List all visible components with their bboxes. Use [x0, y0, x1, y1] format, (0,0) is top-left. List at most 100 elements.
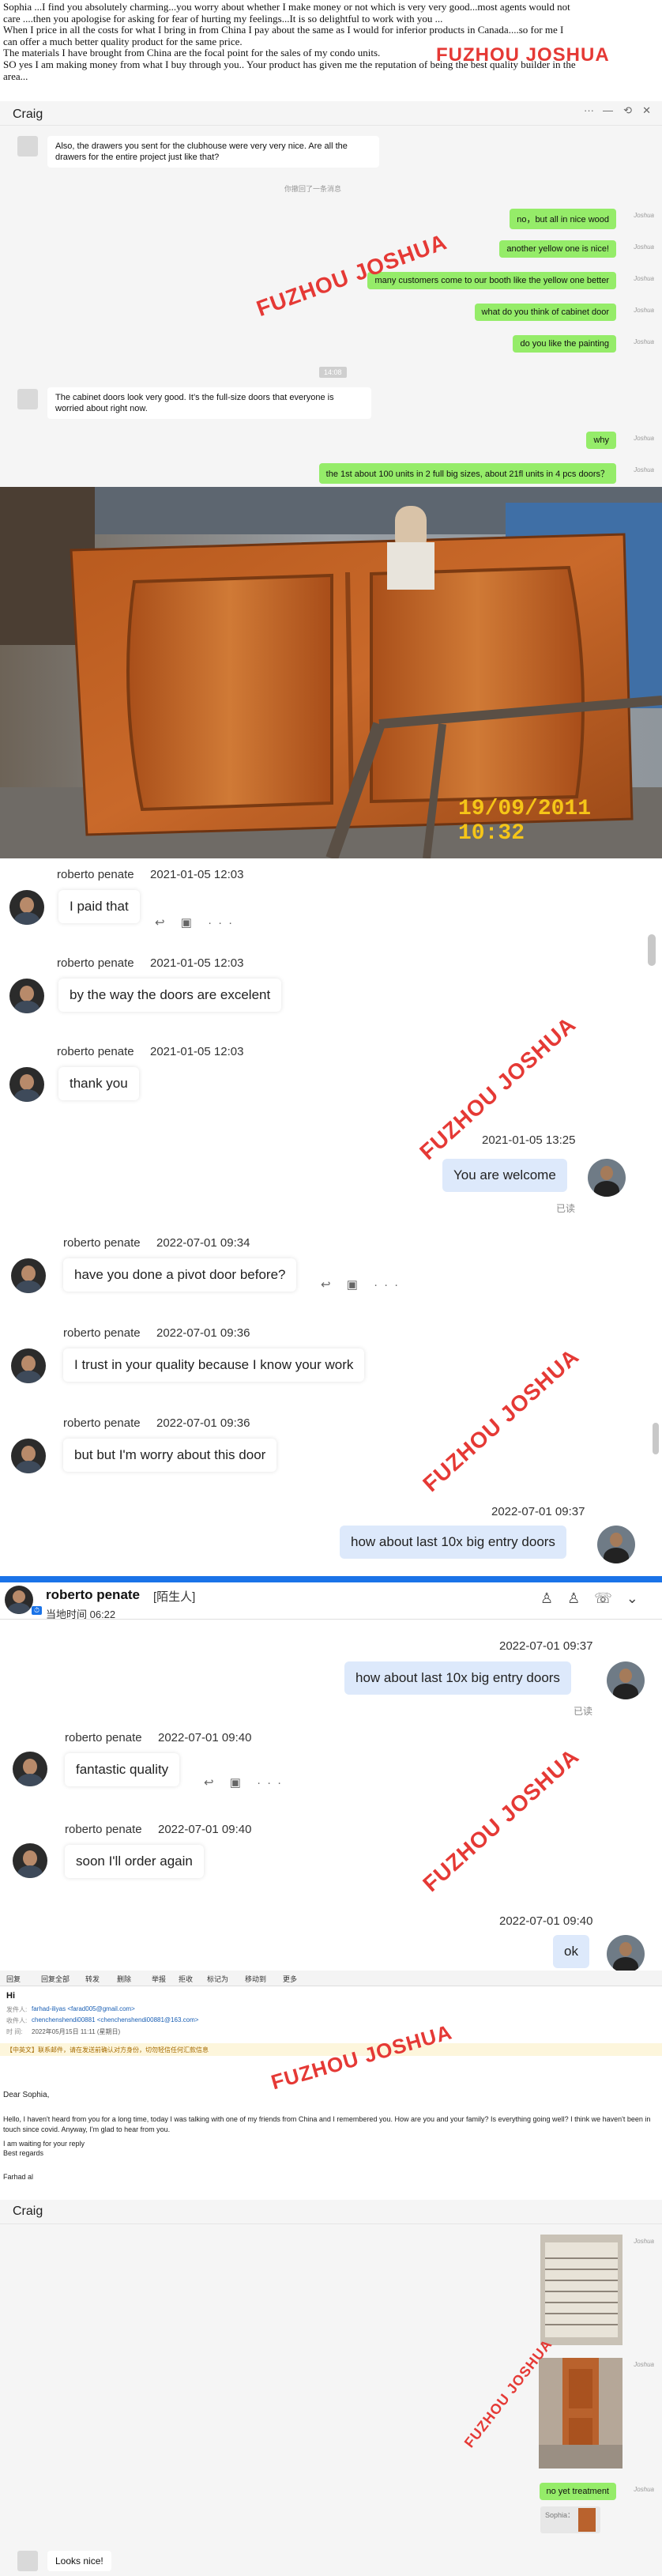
message-actions[interactable]: ↩ ▣ ···	[204, 1775, 288, 1790]
quote-sender: Sophia：	[545, 2511, 575, 2519]
avatar[interactable]	[9, 890, 44, 925]
letter-line: When I price in all the costs for what I…	[3, 24, 564, 36]
avatar[interactable]	[13, 1843, 47, 1878]
email-view: 回复 回复全部 转发 删除 举报 拒收 标记为 移动到 更多 Hi 发件人: f…	[0, 1971, 662, 2200]
forward-button[interactable]: 转发	[85, 1974, 100, 1984]
avatar[interactable]	[11, 1348, 46, 1383]
avatar[interactable]	[607, 1935, 645, 1973]
sender-name: roberto penate	[63, 1236, 141, 1250]
sender-name: roberto penate	[63, 1416, 141, 1430]
avatar: Joshua	[634, 2238, 654, 2245]
message-time: 2021-01-05 12:03	[150, 956, 244, 970]
quote-thumbnail	[578, 2508, 596, 2532]
move-to-button[interactable]: 移动到	[245, 1974, 266, 1984]
message-time: 2021-01-05 12:03	[150, 1045, 244, 1058]
avatar[interactable]	[588, 1159, 626, 1197]
avatar[interactable]	[11, 1439, 46, 1473]
from-address[interactable]: farhad-iliyas <farad005@gmail.com>	[32, 2005, 135, 2012]
letter-line: Sophia ...I find you absolutely charming…	[3, 1, 570, 13]
avatar[interactable]	[597, 1526, 635, 1563]
avatar: Joshua	[634, 338, 654, 345]
scrollbar[interactable]	[653, 1423, 659, 1454]
message-bubble: You are welcome	[442, 1159, 567, 1192]
image-message[interactable]	[539, 2358, 623, 2469]
avatar: Joshua	[634, 466, 654, 473]
letter-line: area...	[3, 70, 28, 82]
message-bubble: soon I'll order again	[65, 1845, 204, 1878]
message-actions[interactable]: ↩ ▣ ···	[155, 915, 239, 930]
message-time: 2022-07-01 09:40	[158, 1731, 252, 1744]
sender-name: roberto penate	[65, 1731, 142, 1744]
avatar[interactable]	[17, 389, 38, 409]
email-line: I am waiting for your reply	[3, 2140, 85, 2148]
avatar[interactable]	[11, 1258, 46, 1293]
quoted-message[interactable]: Sophia：	[540, 2506, 600, 2533]
email-toolbar: 回复 回复全部 转发 删除 举报 拒收 标记为 移动到 更多	[0, 1971, 662, 1986]
from-label: 发件人:	[6, 2006, 28, 2013]
message-bubble: thank you	[58, 1067, 139, 1100]
read-status: 已读	[556, 1203, 576, 1214]
sender-name: roberto penate	[57, 1045, 134, 1058]
sender-name: roberto penate	[57, 956, 134, 970]
message-bubble: the 1st about 100 units in 2 full big si…	[318, 463, 616, 484]
delete-button[interactable]: 删除	[117, 1974, 131, 1984]
door-photo[interactable]: 19/09/2011 10:32	[0, 487, 662, 858]
message-bubble: ok	[553, 1935, 589, 1968]
scrollbar[interactable]	[648, 934, 656, 966]
letter-line: The materials I have brought from China …	[3, 47, 381, 59]
read-status: 已读	[574, 1706, 593, 1717]
message-time: 2022-07-01 09:40	[158, 1823, 252, 1836]
message-time: 2022-07-01 09:34	[156, 1236, 250, 1250]
letter-text: Sophia ...I find you absolutely charming…	[3, 1, 659, 82]
image-message[interactable]	[540, 2235, 623, 2345]
message-bubble: another yellow one is nice!	[499, 240, 616, 258]
avatar[interactable]	[5, 1586, 33, 1614]
header-actions[interactable]: ♙♙☏⌄	[540, 1590, 653, 1607]
avatar[interactable]	[17, 2551, 38, 2571]
avatar: Joshua	[634, 275, 654, 282]
email-greeting: Dear Sophia,	[3, 2091, 50, 2099]
wechat-window: Craig ··· — ⟲ ✕ Also, the drawers you se…	[0, 101, 662, 487]
sender-name: roberto penate	[65, 1823, 142, 1836]
avatar[interactable]	[607, 1661, 645, 1699]
message-actions[interactable]: ↩ ▣ ···	[321, 1277, 404, 1292]
message-bubble: I paid that	[58, 890, 140, 923]
avatar[interactable]	[13, 1752, 47, 1786]
time-label: 时 间:	[6, 2028, 23, 2035]
time-chip: 14:08	[319, 367, 347, 378]
avatar: Joshua	[634, 307, 654, 314]
chat-panel: roberto penate 2021-01-05 12:03 I paid t…	[0, 858, 662, 1149]
avatar[interactable]	[9, 1067, 44, 1102]
reply-button[interactable]: 回复	[6, 1974, 21, 1984]
avatar[interactable]	[9, 979, 44, 1013]
chat-panel: roberto penate [陌生人] ⏱ 当地时间 06:22 ♙♙☏⌄ 2…	[0, 1582, 662, 1973]
letter-line: SO yes I am making money from what I buy…	[3, 58, 576, 70]
report-button[interactable]: 举报	[152, 1974, 166, 1984]
message-bubble: have you done a pivot door before?	[63, 1258, 297, 1292]
minimize-icon[interactable]: —	[603, 104, 613, 116]
to-label: 收件人:	[6, 2017, 28, 2024]
reply-all-button[interactable]: 回复全部	[41, 1974, 70, 1984]
avatar: Joshua	[634, 212, 654, 219]
message-time: 2021-01-05 12:03	[150, 868, 244, 881]
mark-as-button[interactable]: 标记为	[207, 1974, 228, 1984]
email-body: Hello, I haven't heard from you for a lo…	[3, 2115, 651, 2133]
more-icon[interactable]: ···	[584, 104, 594, 116]
sender-name: roberto penate	[63, 1326, 141, 1340]
photo-timestamp: 19/09/2011 10:32	[458, 797, 592, 846]
reject-button[interactable]: 拒收	[179, 1974, 193, 1984]
reply-time: 2022-07-01 09:37	[491, 1505, 585, 1518]
to-address[interactable]: chenchenshendi00881 <chenchenshendi00881…	[32, 2016, 198, 2023]
email-subject: Hi	[6, 1991, 15, 2001]
message-bubble: fantastic quality	[65, 1753, 180, 1786]
avatar[interactable]	[17, 136, 38, 157]
message-bubble: by the way the doors are excelent	[58, 979, 282, 1012]
reply-time: 2022-07-01 09:40	[499, 1914, 593, 1928]
close-icon[interactable]: ✕	[642, 104, 651, 117]
more-button[interactable]: 更多	[283, 1974, 297, 1984]
notice-text: 【中英文】联系邮件，请在发送前确认对方身份，切勿轻信任何汇款信息	[6, 2046, 209, 2054]
maximize-icon[interactable]: ⟲	[623, 104, 632, 117]
message-bubble: no，but all in nice wood	[510, 209, 616, 229]
message-time: 2022-07-01 09:36	[156, 1416, 250, 1430]
message-bubble: how about last 10x big entry doors	[344, 1661, 571, 1695]
